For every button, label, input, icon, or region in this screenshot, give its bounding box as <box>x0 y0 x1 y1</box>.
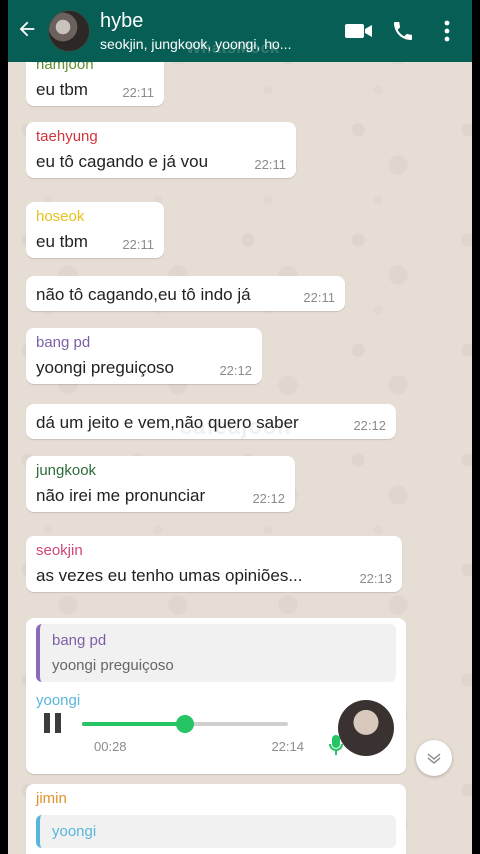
message-text: eu tô cagando e já vou <box>36 152 209 171</box>
scroll-down-button[interactable] <box>416 740 452 776</box>
message-time: 22:11 <box>122 237 154 252</box>
audio-progress-bar[interactable] <box>82 715 288 733</box>
more-options-icon[interactable] <box>428 12 466 50</box>
message-text: não tô cagando,eu tô indo já <box>36 285 251 304</box>
voice-call-icon[interactable] <box>384 12 422 50</box>
message-time: 22:12 <box>219 363 252 378</box>
quoted-message[interactable]: yoongi <box>36 815 396 848</box>
message-bubble[interactable]: seokjin as vezes eu tenho umas opiniões.… <box>26 536 402 592</box>
message-sender: yoongi <box>36 692 81 709</box>
message-text: eu tbm <box>36 80 88 99</box>
quoted-sender: bang pd <box>52 632 107 649</box>
message-time: 22:11 <box>122 85 154 100</box>
message-sender: seokjin <box>36 542 83 559</box>
message-list[interactable]: namjoon eu tbm 22:11 taehyung eu tô caga… <box>8 50 472 854</box>
message-sender: hoseok <box>36 208 85 225</box>
message-text: eu tbm <box>36 232 88 251</box>
message-time: 22:11 <box>303 290 335 305</box>
message-bubble[interactable]: taehyung eu tô cagando e já vou 22:11 <box>26 122 296 178</box>
back-arrow-icon[interactable] <box>16 18 44 44</box>
message-time: 22:13 <box>359 571 392 586</box>
quoted-text: yoongi preguiçoso <box>52 657 174 674</box>
group-avatar[interactable] <box>48 10 90 52</box>
message-bubble[interactable]: jungkook não irei me pronunciar 22:12 <box>26 456 295 512</box>
message-time: 22:14 <box>271 739 304 754</box>
chat-header: hybe seokjin, jungkook, yoongi, ho... Wh… <box>8 0 472 62</box>
message-text: yoongi preguiçoso <box>36 358 174 377</box>
message-sender: bang pd <box>36 334 91 351</box>
message-time: 22:11 <box>254 157 286 172</box>
chat-title: hybe <box>100 10 144 32</box>
message-sender: taehyung <box>36 128 98 145</box>
message-time: 22:12 <box>252 491 285 506</box>
message-bubble[interactable]: bang pd yoongi preguiçoso 22:12 <box>26 328 262 384</box>
audio-seek-handle[interactable] <box>176 715 194 733</box>
message-bubble[interactable]: não tô cagando,eu tô indo já 22:11 <box>26 276 345 311</box>
sender-avatar <box>338 700 394 756</box>
watermark: WhatsMock <box>186 40 280 57</box>
message-bubble[interactable]: hoseok eu tbm 22:11 <box>26 202 164 258</box>
message-text: não irei me pronunciar <box>36 486 206 505</box>
voice-message-bubble[interactable]: bang pd yoongi preguiçoso yoongi 00:28 2… <box>26 618 406 774</box>
message-time: 22:12 <box>353 418 386 433</box>
message-sender: jungkook <box>36 462 97 479</box>
message-text: as vezes eu tenho umas opiniões... <box>36 566 303 585</box>
audio-progress-fill <box>82 722 185 726</box>
message-sender: jimin <box>36 790 67 807</box>
microphone-icon <box>328 734 344 756</box>
pause-icon[interactable] <box>44 713 66 735</box>
quoted-sender: yoongi <box>52 823 97 840</box>
chevron-down-icon <box>427 753 441 764</box>
wallpaper-watermark: cafeajoon <box>180 414 292 439</box>
audio-elapsed: 00:28 <box>94 739 127 754</box>
quoted-message[interactable]: bang pd yoongi preguiçoso <box>36 624 396 682</box>
phone-screen: hybe seokjin, jungkook, yoongi, ho... Wh… <box>8 0 472 854</box>
video-call-icon[interactable] <box>340 12 378 50</box>
message-bubble[interactable]: jimin yoongi <box>26 784 406 854</box>
